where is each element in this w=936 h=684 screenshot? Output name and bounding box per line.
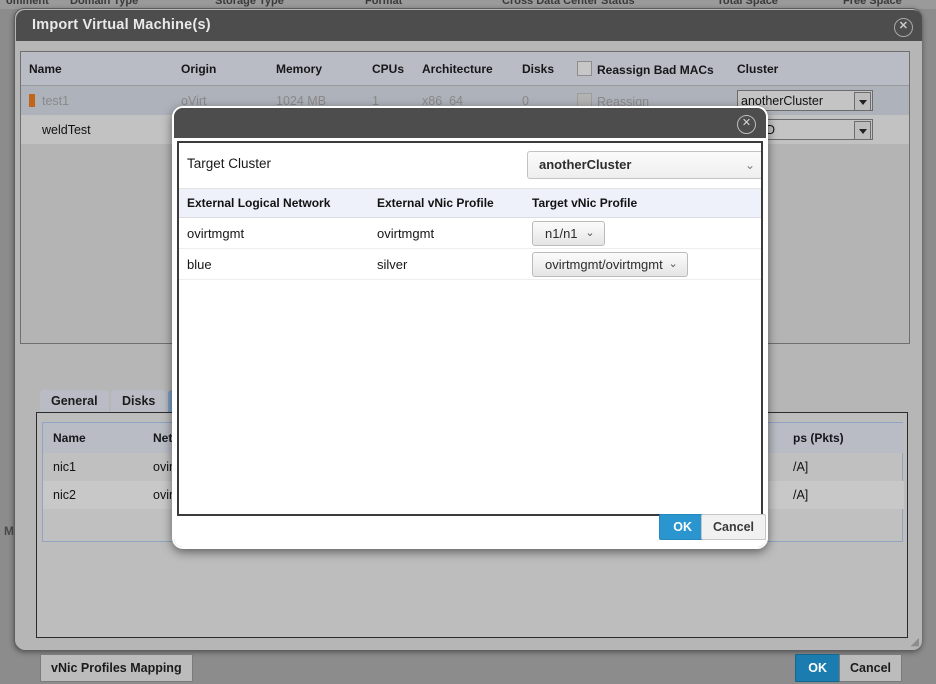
- target-cluster-select[interactable]: anotherCluster ⌄: [527, 151, 763, 179]
- vnic-profiles-mapping-dialog: ✕ Target Cluster anotherCluster ⌄ Extern…: [172, 106, 768, 549]
- vnic-mapping-body: Target Cluster anotherCluster ⌄ External…: [174, 138, 766, 547]
- table-row: blue silver ovirtmgmt/ovirtmgmt ⌄: [179, 249, 763, 280]
- vnic-mapping-header-row: External Logical Network External vNic P…: [179, 189, 763, 218]
- import-vm-footer: vNic Profiles Mapping OK Cancel: [20, 644, 910, 684]
- vm-name-text: test1: [42, 94, 69, 108]
- nic-col-drops: ps (Pkts): [783, 423, 904, 453]
- background-column-domain-type: Domain Type: [70, 0, 138, 7]
- target-cluster-value: anotherCluster: [539, 157, 631, 172]
- nic-cell-name: nic1: [43, 453, 143, 481]
- map-cell-external-vnic-profile: ovirtmgmt: [369, 218, 524, 249]
- background-column-total-space: Total Space: [717, 0, 778, 7]
- vm-table-header-row: Name Origin Memory CPUs Architecture Dis…: [21, 52, 909, 86]
- target-vnic-profile-value-row-1: n1/n1: [545, 226, 578, 241]
- nic-cell-name: nic2: [43, 481, 143, 509]
- vm-col-cpus: CPUs: [364, 52, 414, 86]
- nic-cell-drops: /A]: [783, 453, 904, 481]
- map-cell-external-vnic-profile: silver: [369, 249, 524, 280]
- reassign-bad-macs-checkbox[interactable]: [577, 61, 592, 76]
- background-column-format: Format: [365, 0, 402, 7]
- chevron-down-icon: ⌄: [745, 152, 755, 178]
- map-cell-target-vnic-profile: n1/n1 ⌄: [524, 218, 763, 249]
- vm-col-disks: Disks: [514, 52, 569, 86]
- map-col-target-vnic-profile: Target vNic Profile: [524, 189, 763, 218]
- vnic-mapping-titlebar: ✕: [174, 108, 766, 138]
- vnic-mapping-table: External Logical Network External vNic P…: [179, 189, 763, 280]
- background-column-cross-dc-status: Cross Data Center Status: [502, 0, 635, 7]
- background-left-text-fragment: M: [4, 524, 14, 538]
- vm-cell-name: test1: [21, 86, 173, 116]
- vnic-profiles-mapping-button[interactable]: vNic Profiles Mapping: [40, 654, 193, 682]
- vnic-mapping-content: Target Cluster anotherCluster ⌄ External…: [177, 141, 763, 516]
- close-icon[interactable]: ✕: [737, 115, 756, 134]
- import-vm-titlebar: Import Virtual Machine(s) ✕: [16, 10, 922, 41]
- map-cell-target-vnic-profile: ovirtmgmt/ovirtmgmt ⌄: [524, 249, 763, 280]
- background-column-comment: omment: [6, 0, 49, 7]
- vnic-mapping-footer: OK Cancel: [174, 514, 766, 544]
- target-vnic-profile-select-row-1[interactable]: n1/n1 ⌄: [532, 221, 605, 246]
- nic-col-name: Name: [43, 423, 143, 453]
- table-row: ovirtmgmt ovirtmgmt n1/n1 ⌄: [179, 218, 763, 249]
- resize-grip-icon[interactable]: ◢: [907, 636, 919, 648]
- cancel-button[interactable]: Cancel: [701, 514, 766, 540]
- cancel-button[interactable]: Cancel: [839, 654, 902, 682]
- tab-general[interactable]: General: [40, 390, 109, 412]
- tab-disks[interactable]: Disks: [111, 390, 166, 412]
- target-cluster-label: Target Cluster: [187, 156, 271, 171]
- map-col-external-vnic-profile: External vNic Profile: [369, 189, 524, 218]
- target-cluster-row: Target Cluster anotherCluster ⌄: [179, 143, 761, 189]
- map-col-external-logical-network: External Logical Network: [179, 189, 369, 218]
- chevron-down-icon: ⌄: [585, 226, 594, 239]
- vm-name-text: weldTest: [42, 123, 91, 137]
- background-column-free-space: Free Space: [843, 0, 902, 7]
- vm-col-origin: Origin: [173, 52, 268, 86]
- vm-col-reassign-bad-macs-label: Reassign Bad MACs: [597, 63, 714, 77]
- vm-col-memory: Memory: [268, 52, 364, 86]
- vm-cell-name: weldTest: [21, 115, 173, 144]
- target-vnic-profile-select-row-2[interactable]: ovirtmgmt/ovirtmgmt ⌄: [532, 252, 688, 277]
- vm-col-cluster: Cluster: [729, 52, 909, 86]
- nic-cell-drops: /A]: [783, 481, 904, 509]
- ok-button[interactable]: OK: [795, 654, 840, 682]
- chevron-down-icon: ⌄: [669, 257, 678, 270]
- map-cell-external-logical-network: blue: [179, 249, 369, 280]
- background-column-storage-type: Storage Type: [215, 0, 284, 7]
- vm-col-reassign-bad-macs: Reassign Bad MACs: [569, 52, 729, 86]
- nic-col-drops-label: ps (Pkts): [793, 431, 844, 445]
- page-title: Import Virtual Machine(s): [32, 17, 211, 33]
- vm-col-architecture: Architecture: [414, 52, 514, 86]
- close-icon[interactable]: ✕: [894, 18, 913, 37]
- ok-button[interactable]: OK: [659, 514, 706, 540]
- map-cell-external-logical-network: ovirtmgmt: [179, 218, 369, 249]
- vm-col-name: Name: [21, 52, 173, 86]
- target-vnic-profile-value-row-2: ovirtmgmt/ovirtmgmt: [545, 257, 663, 272]
- warning-icon: [29, 94, 35, 107]
